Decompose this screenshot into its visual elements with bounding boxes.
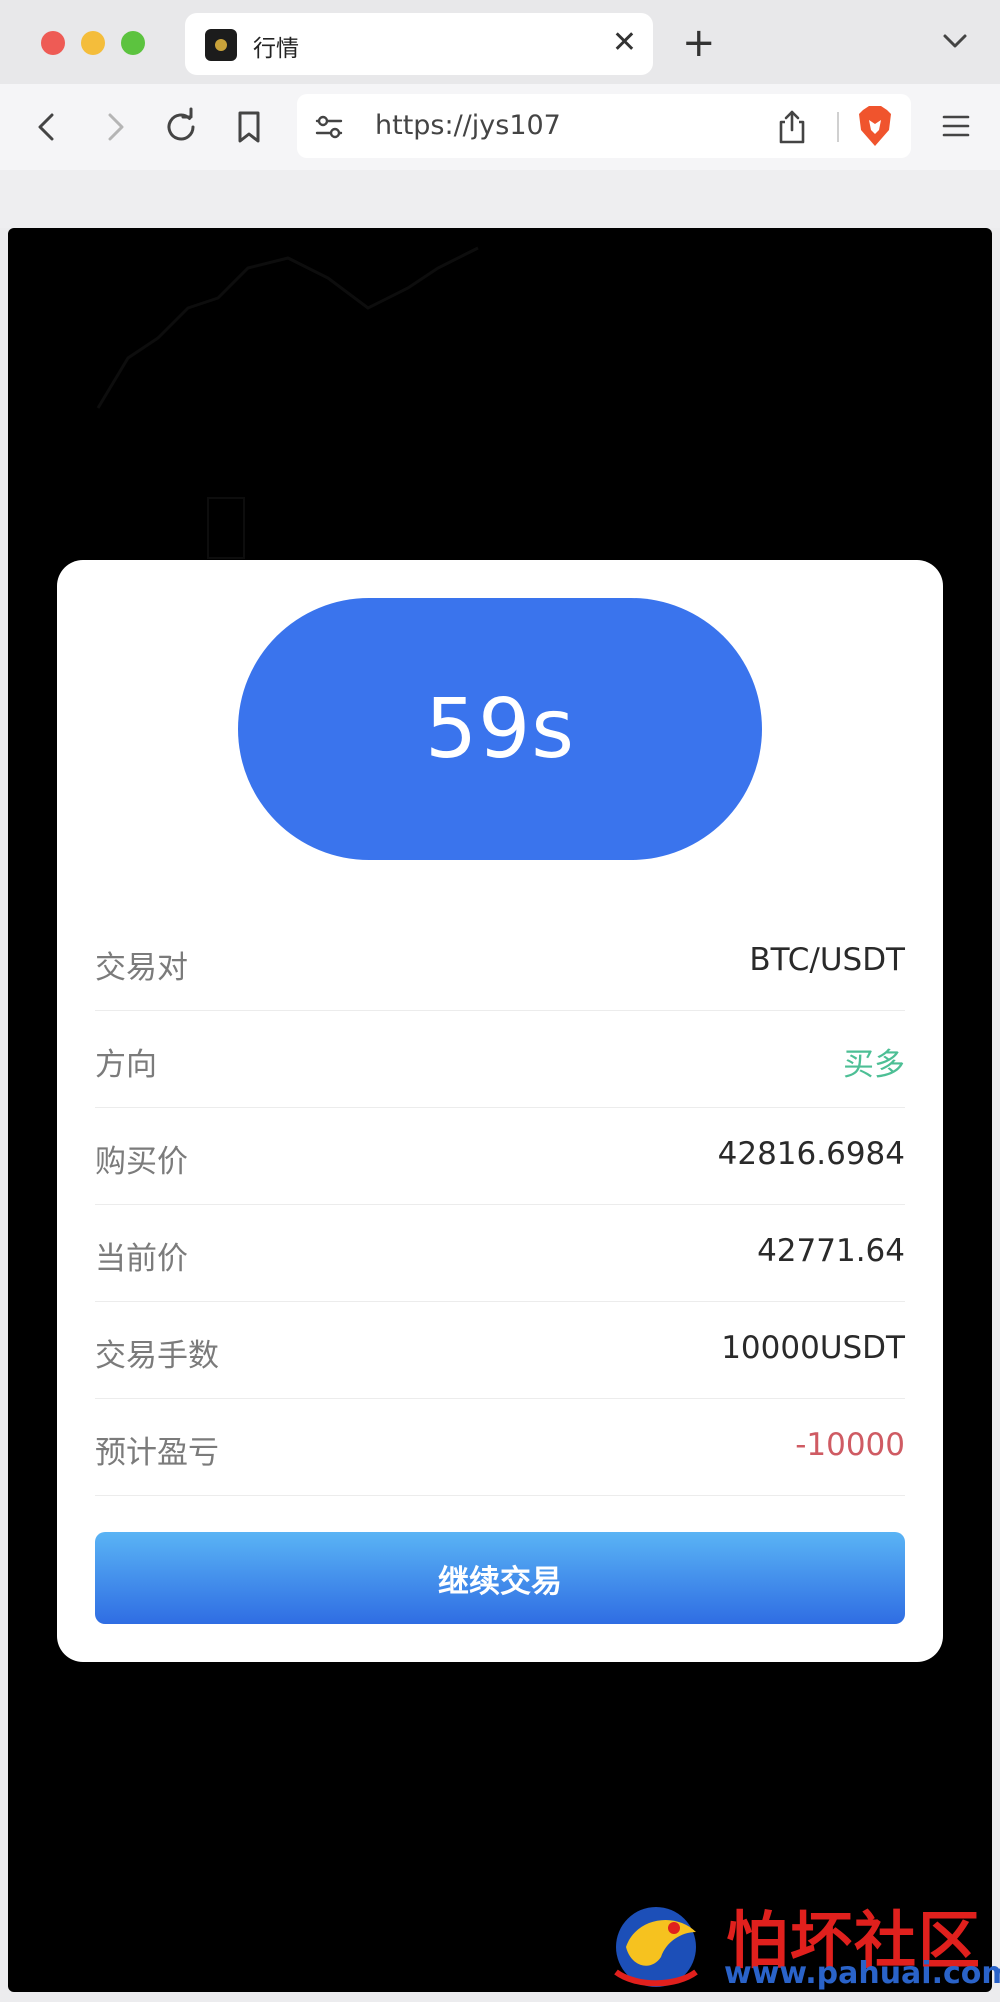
- row-value: 买多: [843, 1047, 905, 1083]
- address-bar[interactable]: https://jys107: [297, 94, 911, 158]
- back-icon[interactable]: [24, 104, 70, 150]
- browser-toolbar: https://jys107: [0, 84, 1000, 170]
- detail-row-current-price: 当前价 42771.64: [95, 1205, 905, 1302]
- tab-close-icon[interactable]: ✕: [612, 25, 637, 61]
- row-label: 当前价: [95, 1241, 188, 1277]
- row-label: 交易手数: [95, 1338, 219, 1374]
- bookmark-icon[interactable]: [226, 104, 272, 150]
- detail-row-estimated-pnl: 预计盈亏 -10000: [95, 1399, 905, 1496]
- row-label: 购买价: [95, 1144, 188, 1180]
- browser-tab-active[interactable]: 行情 ✕: [185, 13, 653, 75]
- browser-titlebar: 行情 ✕ +: [0, 0, 1000, 84]
- page-top-strip: [0, 170, 1000, 228]
- detail-row-trade-amount: 交易手数 10000USDT: [95, 1302, 905, 1399]
- detail-row-direction: 方向 买多: [95, 1011, 905, 1108]
- countdown-text: 59s: [424, 681, 576, 777]
- row-value: BTC/USDT: [749, 942, 905, 978]
- window-close-button[interactable]: [41, 31, 65, 55]
- row-label: 预计盈亏: [95, 1435, 219, 1471]
- site-settings-icon[interactable]: [313, 111, 345, 143]
- row-label: 交易对: [95, 950, 188, 986]
- brave-shield-icon[interactable]: [855, 104, 895, 148]
- url-text[interactable]: https://jys107: [375, 110, 561, 141]
- new-tab-button[interactable]: +: [682, 18, 716, 68]
- order-countdown-dialog: 59s 交易对 BTC/USDT 方向 买多 购买价 42816.6984 当前…: [57, 560, 943, 1662]
- window-maximize-button[interactable]: [121, 31, 145, 55]
- forward-icon[interactable]: [92, 104, 138, 150]
- address-bar-divider: [837, 112, 839, 142]
- chevron-down-icon[interactable]: [940, 22, 970, 62]
- window-minimize-button[interactable]: [81, 31, 105, 55]
- continue-trading-button[interactable]: 继续交易: [95, 1532, 905, 1624]
- watermark-url: www.pahuai.com: [724, 1956, 1000, 1991]
- background-chart-icon: [96, 246, 479, 559]
- row-label: 方向: [95, 1047, 157, 1083]
- reload-icon[interactable]: [158, 104, 204, 150]
- watermark-logo-icon: [614, 1907, 698, 1987]
- tab-title: 行情: [253, 36, 299, 62]
- share-icon[interactable]: [775, 108, 809, 146]
- menu-icon[interactable]: [938, 108, 974, 144]
- site-favicon-icon: [205, 29, 237, 61]
- countdown-timer: 59s: [238, 598, 762, 860]
- detail-row-trading-pair: 交易对 BTC/USDT: [95, 914, 905, 1011]
- row-value: 42816.6984: [717, 1136, 905, 1172]
- detail-row-buy-price: 购买价 42816.6984: [95, 1108, 905, 1205]
- row-value: 10000USDT: [721, 1330, 905, 1366]
- row-value: -10000: [795, 1427, 905, 1463]
- row-value: 42771.64: [757, 1233, 905, 1269]
